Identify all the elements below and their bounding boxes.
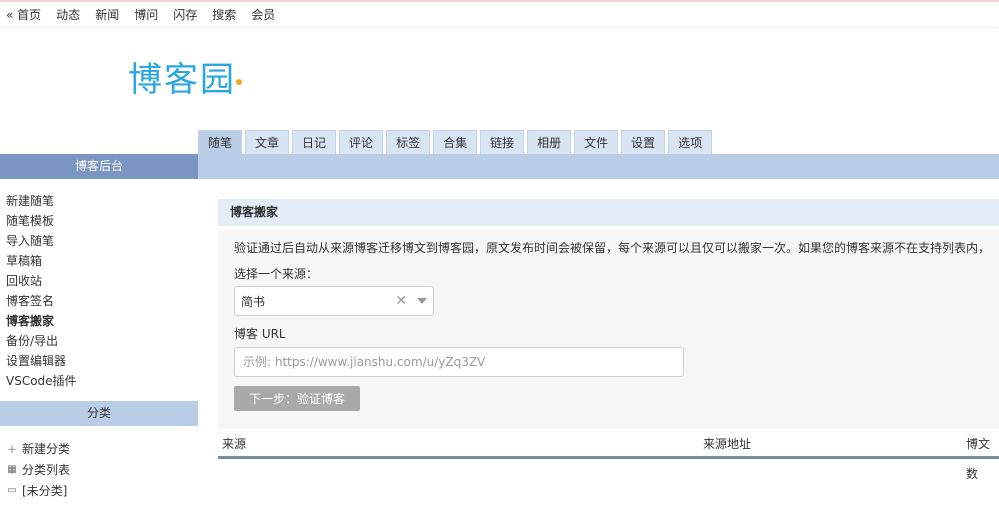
tab-bar: 随笔 文章 日记 评论 标签 合集 链接 相册 文件 设置 选项	[198, 130, 715, 154]
migration-table-header: 来源 来源地址 博文数	[218, 429, 999, 481]
source-select[interactable]: 简书 ✕	[234, 286, 434, 316]
nav-news-link[interactable]: 新闻	[95, 6, 119, 23]
main-content: 博客搬家 验证通过后自动从来源博客迁移博文到博客园，原文发布时间会被保留，每个来…	[218, 199, 999, 481]
tab-options[interactable]: 选项	[668, 130, 713, 154]
column-source-url: 来源地址	[703, 437, 752, 451]
sidebar-item-blog-migration[interactable]: 博客搬家	[6, 311, 192, 331]
sidebar-item-editor-settings[interactable]: 设置编辑器	[6, 351, 192, 371]
category-section-title: 分类	[0, 401, 198, 426]
sidebar-title: 博客后台	[0, 154, 198, 179]
sidebar: 博客后台 新建随笔 随笔模板 导入随笔 草稿箱 回收站 博客签名 博客搬家 备份…	[0, 154, 198, 525]
tab-links[interactable]: 链接	[480, 130, 525, 154]
tab-tags[interactable]: 标签	[386, 130, 431, 154]
tab-articles[interactable]: 文章	[245, 130, 290, 154]
new-category-link[interactable]: ＋ 新建分类	[6, 438, 192, 459]
tab-posts[interactable]: 随笔	[198, 130, 243, 154]
category-list-link[interactable]: ▦ 分类列表	[6, 459, 192, 480]
top-nav: « 首页 动态 新闻 博问 闪存 搜索 会员	[0, 0, 999, 28]
column-source: 来源	[222, 437, 247, 451]
sidebar-item-vscode-plugin[interactable]: VSCode插件	[6, 371, 192, 391]
nav-member-link[interactable]: 会员	[251, 6, 275, 23]
cnblogs-logo[interactable]: 博客园	[128, 58, 250, 101]
nav-questions-link[interactable]: 博问	[134, 6, 158, 23]
url-label: 博客 URL	[234, 327, 286, 341]
source-label: 选择一个来源：	[234, 267, 319, 281]
nav-home-link[interactable]: « 首页	[6, 6, 41, 23]
tab-diary[interactable]: 日记	[292, 130, 337, 154]
new-category-label: 新建分类	[22, 442, 71, 456]
next-verify-button[interactable]: 下一步：验证博客	[234, 386, 361, 411]
tab-collections[interactable]: 合集	[433, 130, 478, 154]
folder-icon: ▭	[7, 485, 17, 496]
grid-icon: ▦	[7, 464, 17, 475]
tab-underline-bar	[198, 154, 999, 179]
tab-files[interactable]: 文件	[574, 130, 619, 154]
clear-icon[interactable]: ✕	[395, 293, 407, 309]
tab-settings[interactable]: 设置	[621, 130, 666, 154]
nav-flash-link[interactable]: 闪存	[173, 6, 197, 23]
migration-form: 验证通过后自动从来源博客迁移博文到博客园，原文发布时间会被保留，每个来源可以且仅…	[218, 230, 999, 429]
category-list-label: 分类列表	[22, 463, 71, 477]
logo-image: 博客园	[128, 60, 242, 100]
tab-comments[interactable]: 评论	[339, 130, 384, 154]
nav-search-link[interactable]: 搜索	[212, 6, 236, 23]
column-post-count: 博文数	[966, 437, 991, 481]
nav-activity-link[interactable]: 动态	[56, 6, 80, 23]
sidebar-item-recycle-bin[interactable]: 回收站	[6, 271, 192, 291]
page-title: 博客搬家	[218, 199, 999, 226]
plus-icon: ＋	[7, 445, 17, 456]
sidebar-item-signature[interactable]: 博客签名	[6, 291, 192, 311]
category-list: ＋ 新建分类 ▦ 分类列表 ▭ [未分类]	[0, 426, 198, 513]
svg-text:博客园: 博客园	[128, 60, 236, 98]
blog-url-input[interactable]	[234, 347, 684, 377]
sidebar-item-post-template[interactable]: 随笔模板	[6, 211, 192, 231]
source-selected-value: 简书	[241, 294, 266, 309]
chevron-down-icon[interactable]	[417, 298, 427, 304]
sidebar-item-backup-export[interactable]: 备份/导出	[6, 331, 192, 351]
sidebar-menu: 新建随笔 随笔模板 导入随笔 草稿箱 回收站 博客签名 博客搬家 备份/导出 设…	[0, 179, 198, 401]
uncategorized-label: [未分类]	[22, 484, 68, 498]
migration-description: 验证通过后自动从来源博客迁移博文到博客园，原文发布时间会被保留，每个来源可以且仅…	[234, 241, 983, 255]
sidebar-item-import-post[interactable]: 导入随笔	[6, 231, 192, 251]
sidebar-item-new-post[interactable]: 新建随笔	[6, 191, 192, 211]
tab-albums[interactable]: 相册	[527, 130, 572, 154]
uncategorized-link[interactable]: ▭ [未分类]	[6, 480, 192, 501]
sidebar-item-drafts[interactable]: 草稿箱	[6, 251, 192, 271]
